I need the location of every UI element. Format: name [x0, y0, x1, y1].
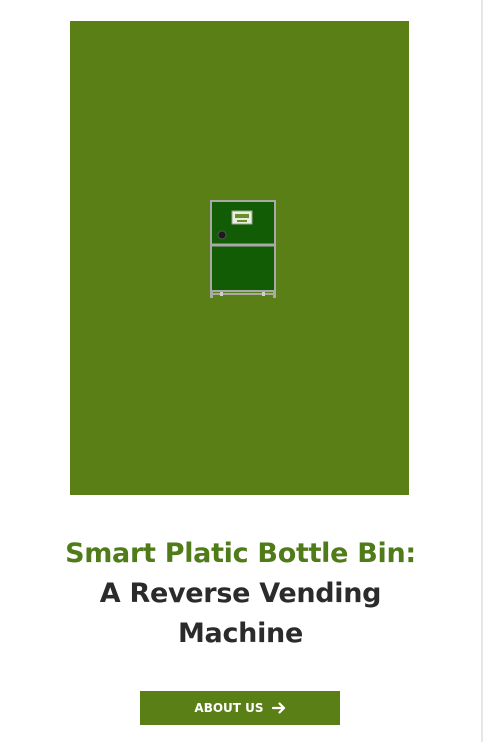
about-us-label: ABOUT US [194, 701, 264, 715]
vending-machine-illustration [210, 200, 276, 298]
title-accent-line: Smart Platic Bottle Bin: [65, 538, 416, 569]
title-line-3: Machine [177, 618, 303, 649]
about-us-button[interactable]: ABOUT US [140, 691, 340, 725]
arrow-right-icon [271, 702, 286, 714]
page-title: Smart Platic Bottle Bin: A Reverse Vendi… [0, 534, 481, 654]
title-line-2: A Reverse Vending [99, 578, 382, 609]
hero-image [70, 21, 409, 495]
